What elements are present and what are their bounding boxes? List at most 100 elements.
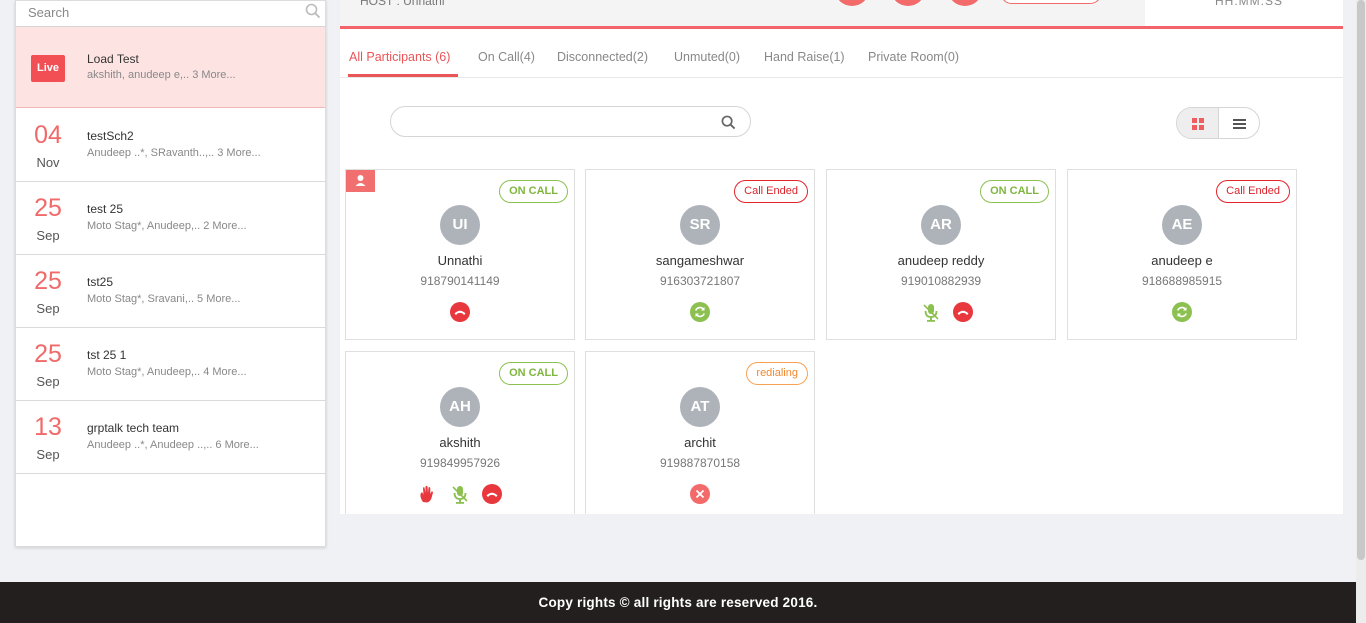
timer-panel: HH:MM:SS	[1145, 0, 1343, 26]
participant-card[interactable]: Call Ended AE anudeep e 918688985915	[1067, 169, 1297, 340]
copyright-text: Copy rights © all rights are reserved 20…	[538, 595, 818, 610]
session-item[interactable]: 25 Sep test 25 Moto Stag*, Anudeep,.. 2 …	[16, 182, 325, 255]
hangup-icon[interactable]	[450, 302, 470, 322]
status-badge: Call Ended	[734, 180, 808, 203]
session-participants: Moto Stag*, Sravani,.. 5 More...	[87, 293, 241, 305]
participant-name: Unnathi	[437, 253, 483, 268]
call-header: HOST : Unnathi	[340, 0, 1145, 26]
end-call-button[interactable]	[1000, 0, 1102, 4]
live-badge: Live	[31, 55, 65, 82]
participant-card[interactable]: ON CALL AR anudeep reddy 919010882939	[826, 169, 1056, 340]
session-day: 25	[34, 340, 62, 368]
mute-all-button[interactable]	[836, 0, 868, 6]
session-month: Nov	[36, 155, 60, 170]
session-month: Sep	[36, 374, 60, 389]
participant-name: anudeep reddy	[897, 253, 985, 268]
host-flag	[346, 170, 375, 192]
avatar: AH	[440, 387, 480, 427]
search-icon[interactable]	[721, 115, 736, 130]
session-month: Sep	[36, 447, 60, 462]
participant-phone: 918688985915	[1141, 274, 1223, 288]
avatar: UI	[440, 205, 480, 245]
status-badge: ON CALL	[499, 362, 568, 385]
page-scrollbar[interactable]	[1356, 0, 1366, 623]
session-participants: akshith, anudeep e,.. 3 More...	[87, 69, 236, 81]
grid-icon	[1192, 118, 1204, 130]
session-item[interactable]: 13 Sep grptalk tech team Anudeep ..*, An…	[16, 401, 325, 474]
session-title: Load Test	[87, 52, 139, 66]
host-label: HOST : Unnathi	[360, 0, 445, 8]
view-toggle	[1176, 107, 1260, 139]
participant-phone: 919849957926	[419, 456, 501, 470]
session-item[interactable]: 25 Sep tst 25 1 Moto Stag*, Anudeep,.. 4…	[16, 328, 325, 401]
session-search-input[interactable]	[28, 1, 288, 23]
redial-icon[interactable]	[690, 302, 710, 322]
session-participants: Anudeep ..*, Anudeep ..,.. 6 More...	[87, 439, 259, 451]
unmute-all-button[interactable]	[892, 0, 924, 6]
tab-unmuted[interactable]: Unmuted(0)	[674, 50, 740, 64]
search-icon[interactable]	[305, 3, 321, 19]
session-title: tst 25 1	[87, 348, 127, 362]
sessions-sidebar: Live Load Test akshith, anudeep e,.. 3 M…	[15, 0, 326, 547]
tab-hand-raise[interactable]: Hand Raise(1)	[764, 50, 845, 64]
participant-card[interactable]: Call Ended SR sangameshwar 916303721807	[585, 169, 815, 340]
tab-on-call[interactable]: On Call(4)	[478, 50, 535, 64]
tab-disconnected[interactable]: Disconnected(2)	[557, 50, 648, 64]
participant-card[interactable]: redialing AT archit 919887870158	[585, 351, 815, 514]
record-button[interactable]	[949, 0, 981, 6]
participant-phone: 919010882939	[900, 274, 982, 288]
session-participants: Anudeep ..*, SRavanth..,.. 3 More...	[87, 147, 261, 159]
avatar: AE	[1162, 205, 1202, 245]
session-item[interactable]: 04 Nov testSch2 Anudeep ..*, SRavanth..,…	[16, 109, 325, 182]
scrollbar-thumb[interactable]	[1357, 0, 1365, 560]
call-timer: HH:MM:SS	[1215, 0, 1283, 8]
session-title: tst25	[87, 275, 114, 289]
participants-panel: All Participants (6) On Call(4) Disconne…	[340, 29, 1343, 514]
session-title: grptalk tech team	[87, 421, 180, 435]
tab-all-participants[interactable]: All Participants (6)	[349, 50, 450, 64]
participant-name: anudeep e	[1151, 253, 1213, 268]
avatar: AT	[680, 387, 720, 427]
tab-private-room[interactable]: Private Room(0)	[868, 50, 959, 64]
avatar: SR	[680, 205, 720, 245]
redial-icon[interactable]	[1172, 302, 1192, 322]
mic-muted-icon[interactable]	[450, 484, 470, 504]
session-title: test 25	[87, 202, 124, 216]
active-tab-indicator	[348, 74, 458, 77]
participant-name: archit	[684, 435, 716, 450]
participant-name: akshith	[439, 435, 481, 450]
participant-card[interactable]: ON CALL UI Unnathi 918790141149	[345, 169, 575, 340]
participant-phone: 916303721807	[659, 274, 741, 288]
grid-view-button[interactable]	[1177, 108, 1219, 138]
session-day: 04	[34, 121, 62, 149]
session-participants: Moto Stag*, Anudeep,.. 4 More...	[87, 366, 247, 378]
hand-raise-icon[interactable]	[417, 484, 437, 504]
participant-phone: 918790141149	[420, 274, 500, 288]
participant-tabs: All Participants (6) On Call(4) Disconne…	[340, 29, 1343, 78]
footer: Copy rights © all rights are reserved 20…	[0, 582, 1356, 623]
session-day: 13	[34, 413, 62, 441]
user-icon	[355, 175, 366, 186]
status-badge: redialing	[746, 362, 808, 385]
participant-card[interactable]: ON CALL AH akshith 919849957926	[345, 351, 575, 514]
participant-name: sangameshwar	[655, 253, 745, 268]
participant-phone: 919887870158	[659, 456, 741, 470]
list-view-button[interactable]	[1219, 108, 1259, 138]
cancel-icon[interactable]	[690, 484, 710, 504]
session-month: Sep	[36, 301, 60, 316]
hangup-icon[interactable]	[953, 302, 973, 322]
status-badge: ON CALL	[499, 180, 568, 203]
avatar: AR	[921, 205, 961, 245]
participant-search-input[interactable]	[405, 113, 705, 131]
hangup-icon[interactable]	[482, 484, 502, 504]
session-day: 25	[34, 267, 62, 295]
status-badge: Call Ended	[1216, 180, 1290, 203]
session-day: 25	[34, 194, 62, 222]
status-badge: ON CALL	[980, 180, 1049, 203]
session-participants: Moto Stag*, Anudeep,.. 2 More...	[87, 220, 247, 232]
mic-muted-icon[interactable]	[921, 302, 941, 322]
participant-search	[390, 106, 751, 137]
session-month: Sep	[36, 228, 60, 243]
session-item-live[interactable]: Live Load Test akshith, anudeep e,.. 3 M…	[16, 27, 325, 108]
session-item[interactable]: 25 Sep tst25 Moto Stag*, Sravani,.. 5 Mo…	[16, 255, 325, 328]
